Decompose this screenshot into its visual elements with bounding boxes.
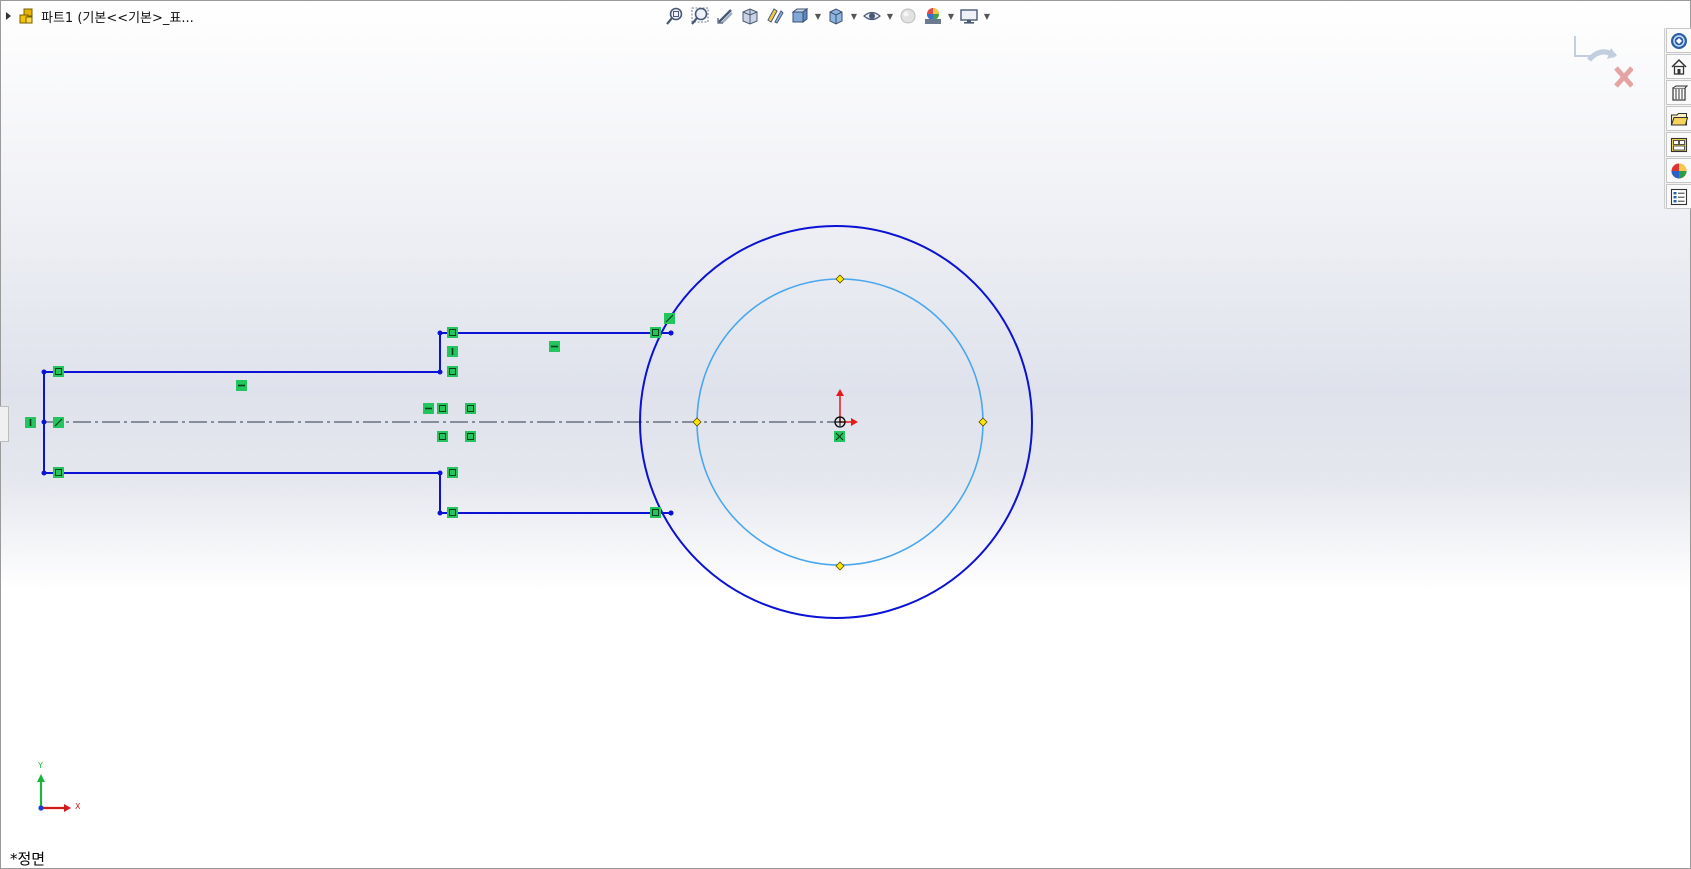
coincident-relation-icon [447,507,458,518]
midpoint-relation-icon [53,417,64,428]
coincident-relation-icon [53,366,64,377]
reference-triad[interactable]: Y X [30,761,90,814]
coincident-relation-icon [447,327,458,338]
horizontal-relation-icon [423,403,434,414]
coincident-relation-icon [465,403,476,414]
shaft-profile[interactable] [43,332,671,514]
coincident-relation-icon [834,431,845,442]
triad-y-label: Y [38,761,43,770]
triad-x-label: X [75,802,81,811]
horizontal-relation-icon [236,380,247,391]
pierce-relation-icon [664,313,675,324]
coincident-relation-icon [53,467,64,478]
relation-badges[interactable] [25,313,845,518]
coincident-relation-icon [447,467,458,478]
coincident-relation-icon [437,403,448,414]
view-orientation-label: *정면 [10,850,46,868]
sketch-origin-icon[interactable] [834,389,858,428]
sketch-canvas[interactable] [0,0,1691,869]
coincident-relation-icon [437,431,448,442]
coincident-relation-icon [465,431,476,442]
vertical-relation-icon [447,346,458,357]
coincident-relation-icon [650,507,661,518]
horizontal-relation-icon [549,341,560,352]
vertical-relation-icon [25,417,36,428]
coincident-relation-icon [650,327,661,338]
coincident-relation-icon [447,366,458,377]
feature-tree-collapse-tab[interactable] [0,406,9,442]
sketch-points[interactable] [41,330,674,516]
